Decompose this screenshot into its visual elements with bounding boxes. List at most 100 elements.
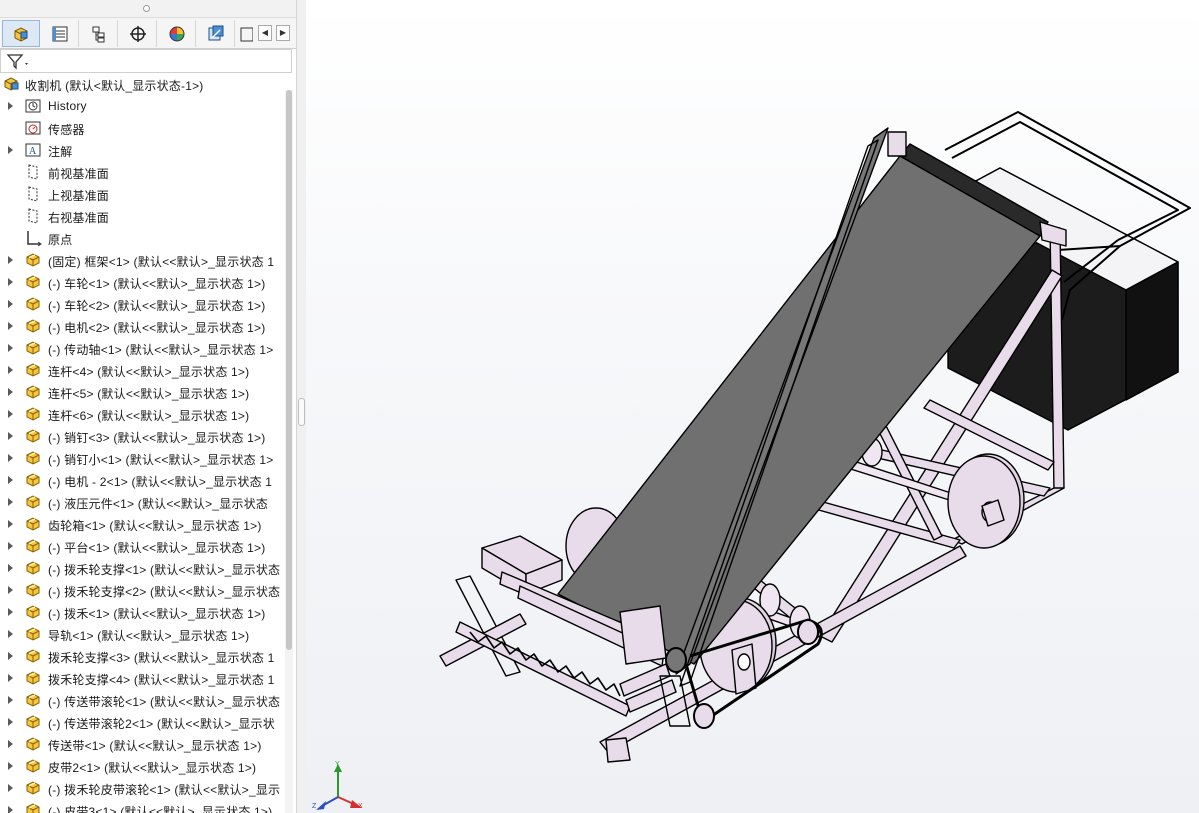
expand-arrow-icon[interactable] (8, 762, 13, 770)
expand-arrow-icon[interactable] (8, 740, 13, 748)
part-icon (26, 495, 40, 509)
expand-arrow-icon[interactable] (8, 564, 13, 572)
expand-arrow-icon[interactable] (8, 300, 13, 308)
expand-arrow-icon[interactable] (8, 542, 13, 550)
tree-item-label: (-) 传送带滚轮<1> (默认<<默认>_显示状态 (48, 695, 281, 709)
tree-item-label: 齿轮箱<1> (默认<<默认>_显示状态 1>) (48, 519, 262, 533)
tree-item[interactable]: (-) 拨禾轮支撑<1> (默认<<默认>_显示状态 (0, 558, 284, 578)
splitter-grip-icon[interactable] (298, 398, 305, 426)
expand-arrow-icon[interactable] (8, 102, 13, 110)
part-icon (26, 253, 40, 267)
filter-bar[interactable] (0, 49, 292, 73)
tree-item[interactable]: (-) 传动轴<1> (默认<<默认>_显示状态 1> (0, 338, 284, 358)
part-icon (26, 297, 40, 311)
configuration-manager-tab-icon[interactable] (80, 20, 118, 47)
tree-item-label: 传送带<1> (默认<<默认>_显示状态 1>) (48, 739, 262, 753)
tree-item[interactable]: (-) 电机<2> (默认<<默认>_显示状态 1>) (0, 316, 284, 336)
tree-item[interactable]: (-) 车轮<2> (默认<<默认>_显示状态 1>) (0, 294, 284, 314)
expand-arrow-icon[interactable] (8, 674, 13, 682)
tree-root-assembly[interactable]: 收割机 (默认<默认_显示状态-1>) (0, 74, 284, 94)
tree-item[interactable]: 原点 (0, 228, 284, 248)
display-manager-tab-icon[interactable] (158, 20, 196, 47)
tree-item[interactable]: History (0, 96, 284, 116)
tree-item-label: History (48, 99, 87, 113)
property-manager-tab-icon[interactable] (41, 20, 79, 47)
tree-item[interactable]: 拨禾轮支撑<4> (默认<<默认>_显示状态 1 (0, 668, 284, 688)
expand-arrow-icon[interactable] (8, 432, 13, 440)
expand-arrow-icon[interactable] (8, 652, 13, 660)
tree-item-label: 前视基准面 (48, 167, 110, 181)
expand-arrow-icon[interactable] (8, 696, 13, 704)
tree-item[interactable]: 前视基准面 (0, 162, 284, 182)
panel-splitter[interactable] (296, 0, 306, 813)
tree-item[interactable]: (-) 传送带滚轮2<1> (默认<<默认>_显示状 (0, 712, 284, 732)
feature-manager-panel: ◀ ▶ 收割机 (默认<默认_显示状态-1>) History 传感器 A 注解前视基… (0, 0, 297, 813)
part-icon (26, 429, 40, 443)
tree-item[interactable]: (固定) 框架<1> (默认<<默认>_显示状态 1 (0, 250, 284, 270)
tree-item-label: 拨禾轮支撑<3> (默认<<默认>_显示状态 1 (48, 651, 275, 665)
tree-item[interactable]: (-) 皮带3<1> (默认<<默认>_显示状态 1>) (0, 800, 284, 813)
expand-arrow-icon[interactable] (8, 256, 13, 264)
tree-item-label: (-) 电机 - 2<1> (默认<<默认>_显示状态 1 (48, 475, 273, 489)
tab-scroll-left-button[interactable]: ◀ (258, 25, 272, 41)
cam-manager-tab-icon[interactable] (197, 20, 235, 47)
dimxpert-manager-tab-icon[interactable] (119, 20, 157, 47)
expand-arrow-icon[interactable] (8, 366, 13, 374)
feature-manager-tab-icon[interactable] (2, 20, 40, 47)
expand-arrow-icon[interactable] (8, 146, 13, 154)
tree-item-label: (-) 车轮<1> (默认<<默认>_显示状态 1>) (48, 277, 266, 291)
tab-scroll-right-button[interactable]: ▶ (276, 25, 290, 41)
graphics-viewport[interactable]: Y X Z (306, 0, 1199, 813)
tree-item[interactable]: 齿轮箱<1> (默认<<默认>_显示状态 1>) (0, 514, 284, 534)
scrollbar-thumb[interactable] (286, 90, 292, 650)
expand-arrow-icon[interactable] (8, 630, 13, 638)
expand-arrow-icon[interactable] (8, 608, 13, 616)
expand-arrow-icon[interactable] (8, 476, 13, 484)
tree-item[interactable]: (-) 平台<1> (默认<<默认>_显示状态 1>) (0, 536, 284, 556)
tree-item[interactable]: 连杆<5> (默认<<默认>_显示状态 1>) (0, 382, 284, 402)
filter-icon[interactable] (6, 53, 30, 71)
expand-arrow-icon[interactable] (8, 498, 13, 506)
expand-arrow-icon[interactable] (8, 454, 13, 462)
tree-item-label: 拨禾轮支撑<4> (默认<<默认>_显示状态 1 (48, 673, 275, 687)
tree-item[interactable]: A 注解 (0, 140, 284, 160)
plane-icon (28, 208, 38, 224)
tree-item[interactable]: (-) 拨禾轮支撑<2> (默认<<默认>_显示状态 (0, 580, 284, 600)
more-tabs-icon[interactable] (236, 20, 256, 47)
tree-item[interactable]: (-) 拨禾轮皮带滚轮<1> (默认<<默认>_显示 (0, 778, 284, 798)
expand-arrow-icon[interactable] (8, 388, 13, 396)
tree-item[interactable]: (-) 车轮<1> (默认<<默认>_显示状态 1>) (0, 272, 284, 292)
expand-arrow-icon[interactable] (8, 520, 13, 528)
tree-item[interactable]: (-) 电机 - 2<1> (默认<<默认>_显示状态 1 (0, 470, 284, 490)
tree-vertical-scrollbar[interactable] (285, 90, 293, 813)
tree-item[interactable]: (-) 拨禾<1> (默认<<默认>_显示状态 1>) (0, 602, 284, 622)
expand-arrow-icon[interactable] (8, 344, 13, 352)
tree-item[interactable]: 导轨<1> (默认<<默认>_显示状态 1>) (0, 624, 284, 644)
tree-item-label: (-) 传动轴<1> (默认<<默认>_显示状态 1> (48, 343, 274, 357)
expand-arrow-icon[interactable] (8, 278, 13, 286)
panel-tab-bar: ◀ ▶ (0, 18, 296, 49)
conveyor-belt (557, 127, 1067, 687)
tree-item[interactable]: 传送带<1> (默认<<默认>_显示状态 1>) (0, 734, 284, 754)
tree-item[interactable]: 皮带2<1> (默认<<默认>_显示状态 1>) (0, 756, 284, 776)
panel-top-strip (0, 0, 296, 18)
expand-arrow-icon[interactable] (8, 322, 13, 330)
expand-arrow-icon[interactable] (8, 718, 13, 726)
tree-item[interactable]: 连杆<4> (默认<<默认>_显示状态 1>) (0, 360, 284, 380)
expand-arrow-icon[interactable] (8, 806, 13, 813)
expand-arrow-icon[interactable] (8, 410, 13, 418)
tree-item[interactable]: 连杆<6> (默认<<默认>_显示状态 1>) (0, 404, 284, 424)
tree-item[interactable]: 传感器 (0, 118, 284, 138)
tree-item[interactable]: 右视基准面 (0, 206, 284, 226)
tree-item[interactable]: (-) 液压元件<1> (默认<<默认>_显示状态 (0, 492, 284, 512)
annotation-icon: A (25, 143, 41, 157)
tree-item[interactable]: 上视基准面 (0, 184, 284, 204)
tree-item[interactable]: 拨禾轮支撑<3> (默认<<默认>_显示状态 1 (0, 646, 284, 666)
collapse-dot-icon[interactable] (143, 5, 150, 12)
expand-arrow-icon[interactable] (8, 784, 13, 792)
tree-item[interactable]: (-) 销钉小<1> (默认<<默认>_显示状态 1> (0, 448, 284, 468)
tree-item[interactable]: (-) 销钉<3> (默认<<默认>_显示状态 1>) (0, 426, 284, 446)
part-icon (26, 715, 40, 729)
tree-item[interactable]: (-) 传送带滚轮<1> (默认<<默认>_显示状态 (0, 690, 284, 710)
expand-arrow-icon[interactable] (8, 586, 13, 594)
